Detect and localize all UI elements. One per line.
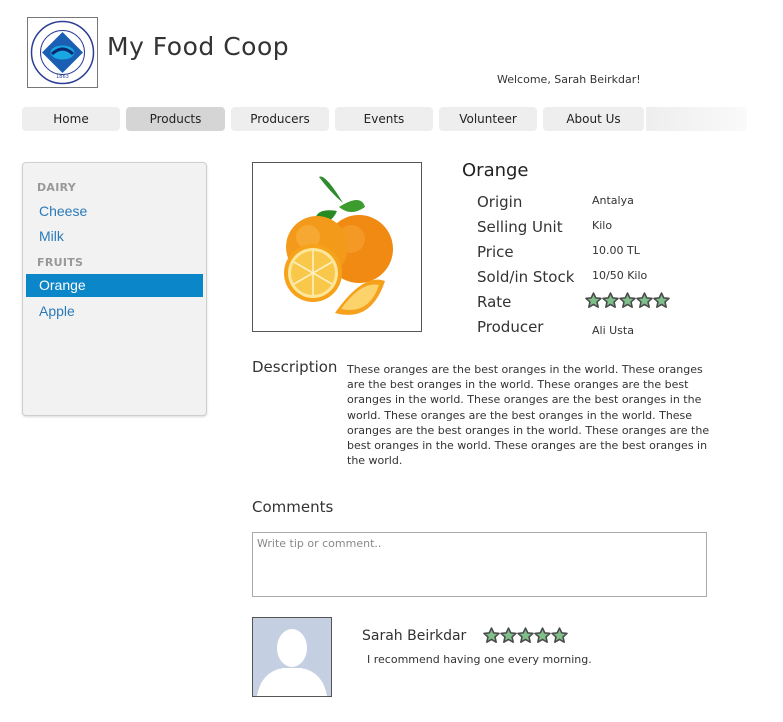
star-icon[interactable] <box>653 292 670 309</box>
comment-input[interactable] <box>252 532 707 597</box>
detail-label-price: Price <box>477 243 514 261</box>
welcome-message: Welcome, Sarah Beirkdar! <box>497 73 641 86</box>
category-item-cheese[interactable]: Cheese <box>26 200 203 223</box>
detail-label-producer: Producer <box>477 318 544 336</box>
comment-text: I recommend having one every morning. <box>367 653 592 666</box>
comments-label: Comments <box>252 498 334 516</box>
detail-value-origin: Antalya <box>592 194 634 207</box>
star-icon <box>551 627 568 643</box>
detail-value-selling-unit: Kilo <box>592 219 613 232</box>
star-icon <box>483 627 500 643</box>
nav-about-us[interactable]: About Us <box>543 107 644 131</box>
nav-producers[interactable]: Producers <box>231 107 329 131</box>
category-item-apple[interactable]: Apple <box>26 300 203 323</box>
svg-text:1863: 1863 <box>56 74 69 80</box>
category-header-fruits: FRUITS <box>37 256 84 269</box>
avatar <box>252 617 332 697</box>
description-label: Description <box>252 358 338 376</box>
star-icon[interactable] <box>585 292 602 309</box>
category-item-milk[interactable]: Milk <box>26 225 203 248</box>
comment-rating <box>483 627 568 648</box>
detail-value-price: 10.00 TL <box>592 244 640 257</box>
product-name: Orange <box>462 160 529 181</box>
star-icon[interactable] <box>636 292 653 309</box>
category-sidebar: DAIRY Cheese Milk FRUITS Orange Apple <box>22 162 207 416</box>
detail-value-stock: 10/50 Kilo <box>592 269 648 282</box>
star-icon <box>534 627 551 643</box>
detail-label-rate: Rate <box>477 293 512 311</box>
nav-volunteer[interactable]: Volunteer <box>439 107 537 131</box>
detail-label-selling-unit: Selling Unit <box>477 218 563 236</box>
star-icon[interactable] <box>602 292 619 309</box>
description-text: These oranges are the best oranges in th… <box>347 363 710 468</box>
detail-label-stock: Sold/in Stock <box>477 268 575 286</box>
product-rating[interactable] <box>585 292 670 313</box>
nav-events[interactable]: Events <box>335 107 433 131</box>
nav-home[interactable]: Home <box>22 107 120 131</box>
detail-value-producer[interactable]: Ali Usta <box>592 324 634 337</box>
star-icon <box>500 627 517 643</box>
nav-products[interactable]: Products <box>126 107 225 131</box>
site-title: My Food Coop <box>107 32 290 61</box>
category-header-dairy: DAIRY <box>37 181 77 194</box>
star-icon <box>517 627 534 643</box>
nav-empty-space <box>646 107 747 131</box>
category-item-orange[interactable]: Orange <box>26 274 203 297</box>
star-icon[interactable] <box>619 292 636 309</box>
product-image <box>252 162 422 332</box>
detail-label-origin: Origin <box>477 193 523 211</box>
university-logo: 1863 <box>27 17 98 88</box>
comment-author: Sarah Beirkdar <box>362 628 467 644</box>
main-nav: Home Products Producers Events Volunteer… <box>22 107 747 131</box>
